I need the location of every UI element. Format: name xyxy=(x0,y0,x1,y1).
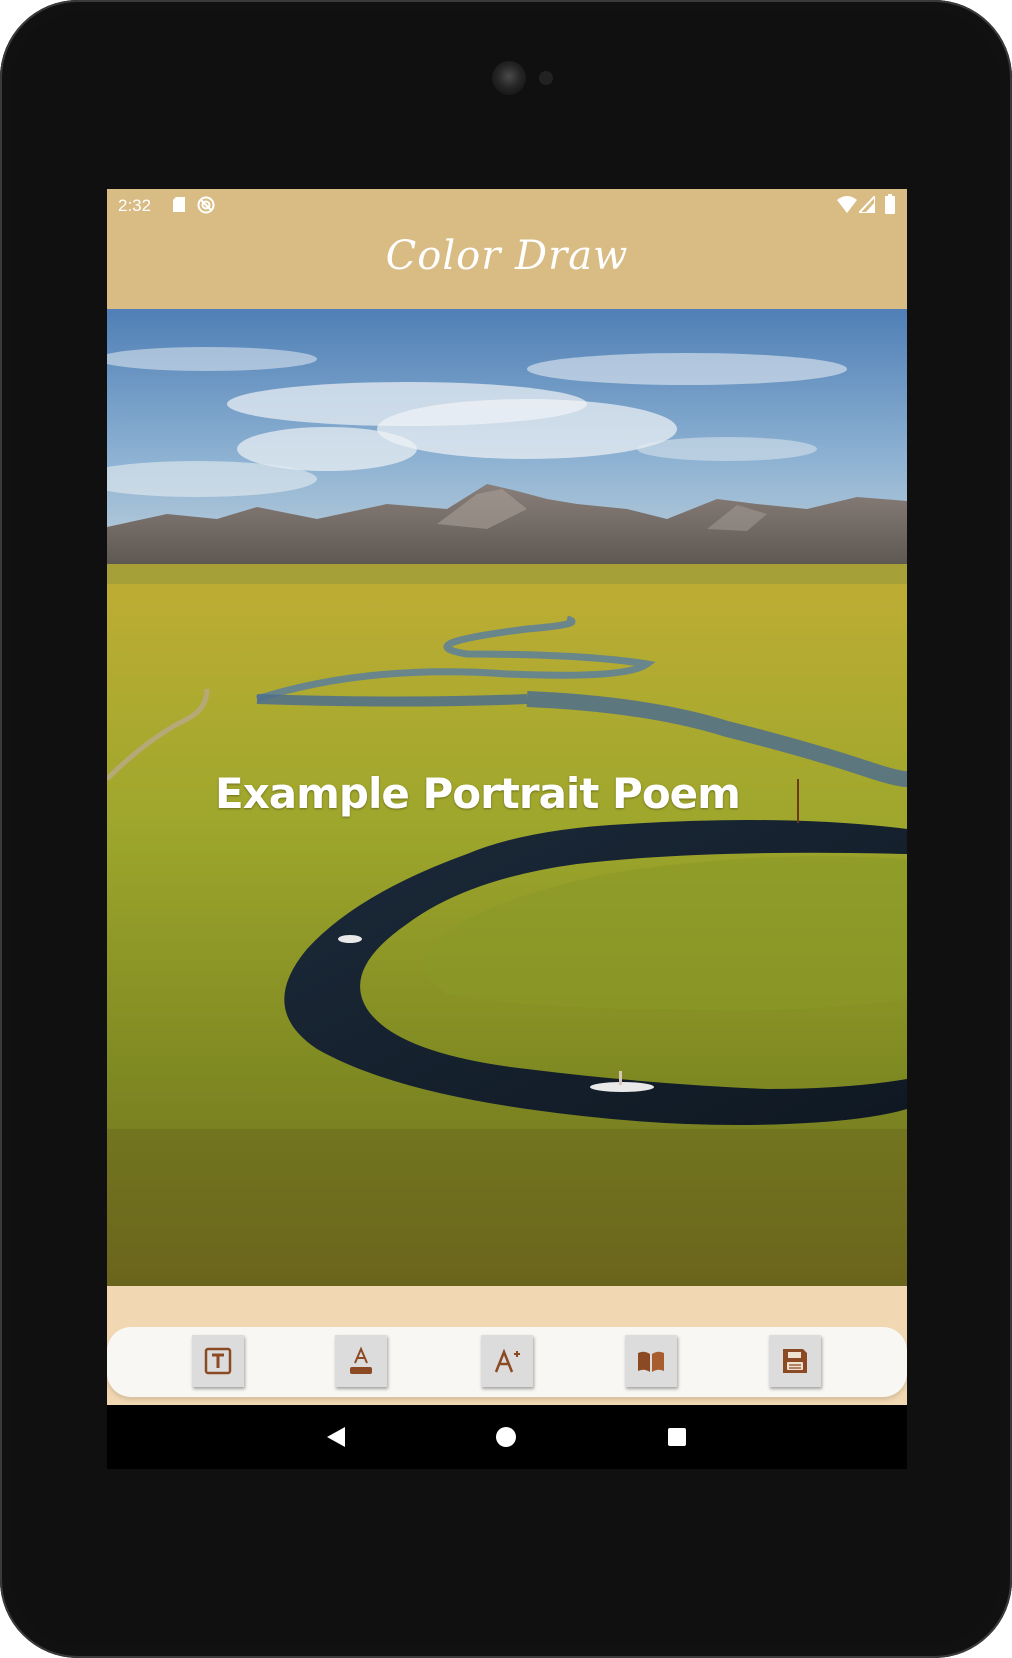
sync-icon xyxy=(197,196,215,214)
save-button[interactable] xyxy=(769,1335,821,1387)
font-color-button[interactable] xyxy=(335,1335,387,1387)
app-bar: Color Draw xyxy=(107,221,907,309)
tablet-frame: 2:32 Color Draw Example Portrait Poem xyxy=(0,0,1012,1658)
front-camera xyxy=(492,61,526,95)
recent-apps-icon[interactable] xyxy=(668,1428,686,1446)
font-size-increase-icon xyxy=(494,1348,520,1373)
cell-signal-icon xyxy=(859,196,875,213)
bottom-toolbar xyxy=(107,1327,907,1397)
text-tool-button[interactable] xyxy=(192,1335,244,1387)
font-color-icon xyxy=(350,1346,372,1374)
back-icon[interactable] xyxy=(327,1427,345,1447)
font-size-button[interactable] xyxy=(481,1335,533,1387)
book-button[interactable] xyxy=(625,1335,677,1387)
status-time: 2:32 xyxy=(118,196,152,215)
sd-card-icon xyxy=(173,197,185,212)
screen: 2:32 Color Draw Example Portrait Poem xyxy=(107,189,907,1469)
text-box-icon xyxy=(204,1347,232,1375)
open-book-icon xyxy=(638,1351,664,1372)
battery-icon xyxy=(885,194,895,214)
drawing-canvas[interactable]: Example Portrait Poem xyxy=(107,309,907,1286)
save-icon xyxy=(783,1349,807,1373)
light-sensor xyxy=(539,71,553,85)
app-title: Color Draw xyxy=(385,233,629,279)
home-icon[interactable] xyxy=(496,1427,516,1447)
status-bar: 2:32 xyxy=(107,189,907,221)
navigation-bar xyxy=(107,1405,907,1469)
wifi-icon xyxy=(837,196,857,213)
poem-title-text[interactable]: Example Portrait Poem xyxy=(215,769,741,818)
text-cursor xyxy=(797,779,799,823)
